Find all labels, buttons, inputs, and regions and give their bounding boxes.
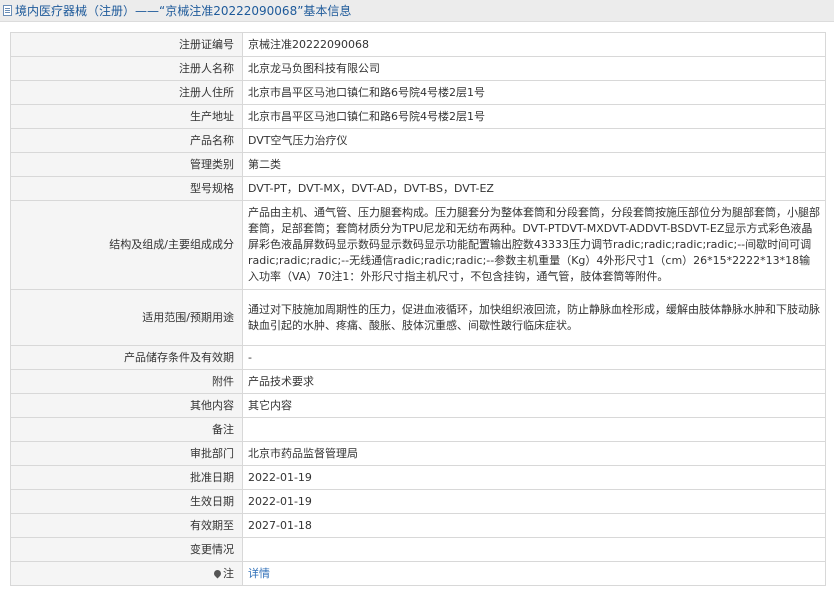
- table-row: 注册人名称 北京龙马负图科技有限公司: [10, 56, 826, 81]
- pin-icon: [212, 568, 223, 579]
- row-label: 生效日期: [10, 489, 243, 514]
- table-row: 批准日期 2022-01-19: [10, 465, 826, 490]
- row-value: -: [242, 345, 826, 370]
- table-row: 管理类别 第二类: [10, 152, 826, 177]
- row-label: 变更情况: [10, 537, 243, 562]
- table-row: 有效期至 2027-01-18: [10, 513, 826, 538]
- row-label: 产品储存条件及有效期: [10, 345, 243, 370]
- row-value: 第二类: [242, 152, 826, 177]
- device-info-table: 注册证编号 京械注准20222090068 注册人名称 北京龙马负图科技有限公司…: [10, 32, 826, 586]
- row-value: 通过对下肢施加周期性的压力，促进血液循环，加快组织液回流，防止静脉血栓形成，缓解…: [242, 289, 826, 346]
- row-value: 产品技术要求: [242, 369, 826, 394]
- row-label: 附件: [10, 369, 243, 394]
- row-value: [242, 417, 826, 442]
- row-label: 其他内容: [10, 393, 243, 418]
- row-label: 产品名称: [10, 128, 243, 153]
- table-row: 注册证编号 京械注准20222090068: [10, 32, 826, 57]
- row-value: 2027-01-18: [242, 513, 826, 538]
- row-label: 注册人名称: [10, 56, 243, 81]
- row-label: 型号规格: [10, 176, 243, 201]
- row-value: DVT空气压力治疗仪: [242, 128, 826, 153]
- detail-link[interactable]: 详情: [248, 567, 270, 580]
- table-row: 产品储存条件及有效期 -: [10, 345, 826, 370]
- row-value: 北京市药品监督管理局: [242, 441, 826, 466]
- table-row: 注册人住所 北京市昌平区马池口镇仁和路6号院4号楼2层1号: [10, 80, 826, 105]
- row-label: 适用范围/预期用途: [10, 289, 243, 346]
- row-value: 北京市昌平区马池口镇仁和路6号院4号楼2层1号: [242, 80, 826, 105]
- row-value: [242, 537, 826, 562]
- table-row: 适用范围/预期用途 通过对下肢施加周期性的压力，促进血液循环，加快组织液回流，防…: [10, 289, 826, 346]
- row-label: 批准日期: [10, 465, 243, 490]
- table-row: 其他内容 其它内容: [10, 393, 826, 418]
- row-label: 备注: [10, 417, 243, 442]
- document-icon: [3, 5, 12, 16]
- row-value: 2022-01-19: [242, 465, 826, 490]
- table-row: 产品名称 DVT空气压力治疗仪: [10, 128, 826, 153]
- table-row: 结构及组成/主要组成成分 产品由主机、通气管、压力腿套构成。压力腿套分为整体套筒…: [10, 200, 826, 290]
- row-value: DVT-PT，DVT-MX，DVT-AD，DVT-BS，DVT-EZ: [242, 176, 826, 201]
- table-row: 生效日期 2022-01-19: [10, 489, 826, 514]
- row-label: 生产地址: [10, 104, 243, 129]
- page-header: 境内医疗器械（注册）——“京械注准20222090068”基本信息: [0, 0, 834, 22]
- row-label: 管理类别: [10, 152, 243, 177]
- row-value: 北京市昌平区马池口镇仁和路6号院4号楼2层1号: [242, 104, 826, 129]
- note-label-cell: 注: [10, 561, 243, 586]
- table-row: 型号规格 DVT-PT，DVT-MX，DVT-AD，DVT-BS，DVT-EZ: [10, 176, 826, 201]
- row-value: 2022-01-19: [242, 489, 826, 514]
- row-label: 结构及组成/主要组成成分: [10, 200, 243, 290]
- note-value-cell: 详情: [242, 561, 826, 586]
- table-row: 附件 产品技术要求: [10, 369, 826, 394]
- table-row: 生产地址 北京市昌平区马池口镇仁和路6号院4号楼2层1号: [10, 104, 826, 129]
- note-label: 注: [223, 566, 234, 580]
- table-row: 注 详情: [10, 561, 826, 586]
- page-title: 境内医疗器械（注册）——“京械注准20222090068”基本信息: [15, 4, 352, 18]
- row-label: 有效期至: [10, 513, 243, 538]
- row-label: 注册证编号: [10, 32, 243, 57]
- row-value: 其它内容: [242, 393, 826, 418]
- table-row: 审批部门 北京市药品监督管理局: [10, 441, 826, 466]
- row-label: 审批部门: [10, 441, 243, 466]
- row-label: 注册人住所: [10, 80, 243, 105]
- row-value: 产品由主机、通气管、压力腿套构成。压力腿套分为整体套筒和分段套筒，分段套筒按施压…: [242, 200, 826, 290]
- row-value: 京械注准20222090068: [242, 32, 826, 57]
- table-row: 变更情况: [10, 537, 826, 562]
- row-value: 北京龙马负图科技有限公司: [242, 56, 826, 81]
- table-row: 备注: [10, 417, 826, 442]
